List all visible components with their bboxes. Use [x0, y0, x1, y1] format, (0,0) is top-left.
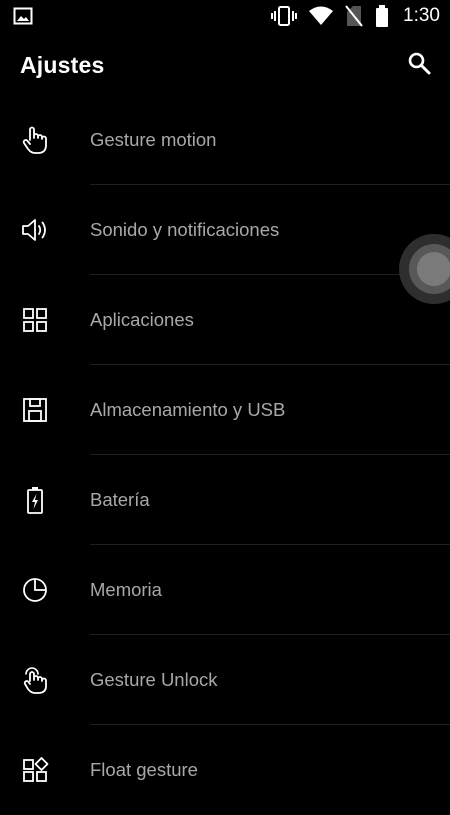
setting-item-label: Gesture Unlock: [90, 669, 218, 690]
speaker-icon: [20, 215, 50, 245]
setting-item-sound-notifications[interactable]: Sonido y notificaciones: [0, 185, 450, 275]
status-bar: 1:30: [0, 0, 450, 32]
floating-assist-core: [417, 252, 450, 286]
setting-item-label: Memoria: [90, 579, 162, 600]
status-clock: 1:30: [403, 5, 440, 26]
storage-icon: [20, 395, 50, 425]
setting-item-applications[interactable]: Aplicaciones: [0, 275, 450, 365]
setting-item-memory[interactable]: Memoria: [0, 545, 450, 635]
hand-pointer-icon: [20, 125, 50, 155]
setting-item-battery[interactable]: Batería: [0, 455, 450, 545]
vibrate-icon: [271, 6, 298, 26]
apps-grid-icon: [20, 305, 50, 335]
status-icons: 1:30: [259, 0, 440, 32]
battery-charging-icon: [20, 485, 50, 515]
setting-item-label: Sonido y notificaciones: [90, 219, 280, 240]
page-title: Ajustes: [20, 52, 105, 78]
app-toolbar: Ajustes: [0, 32, 450, 102]
float-grid-icon: [20, 755, 50, 785]
image-icon: [13, 7, 33, 30]
setting-item-label: Aplicaciones: [90, 309, 194, 330]
setting-item-float-gesture[interactable]: Float gesture: [0, 725, 450, 815]
settings-list: Gesture motion Sonido y notificaciones A…: [0, 95, 450, 815]
setting-item-label: Gesture motion: [90, 129, 217, 150]
setting-item-label: Almacenamiento y USB: [90, 399, 286, 420]
memory-pie-icon: [20, 575, 50, 605]
setting-item-storage-usb[interactable]: Almacenamiento y USB: [0, 365, 450, 455]
setting-item-label: Batería: [90, 489, 150, 510]
search-icon: [407, 51, 431, 80]
setting-item-gesture-unlock[interactable]: Gesture Unlock: [0, 635, 450, 725]
setting-item-label: Float gesture: [90, 759, 198, 780]
wifi-icon: [309, 6, 334, 26]
no-sim-icon: [345, 5, 363, 27]
search-button[interactable]: [402, 48, 436, 82]
battery-icon: [375, 5, 389, 27]
setting-item-gesture-motion[interactable]: Gesture motion: [0, 95, 450, 185]
floating-assist-ring: [409, 244, 450, 294]
hand-tap-icon: [20, 665, 50, 695]
